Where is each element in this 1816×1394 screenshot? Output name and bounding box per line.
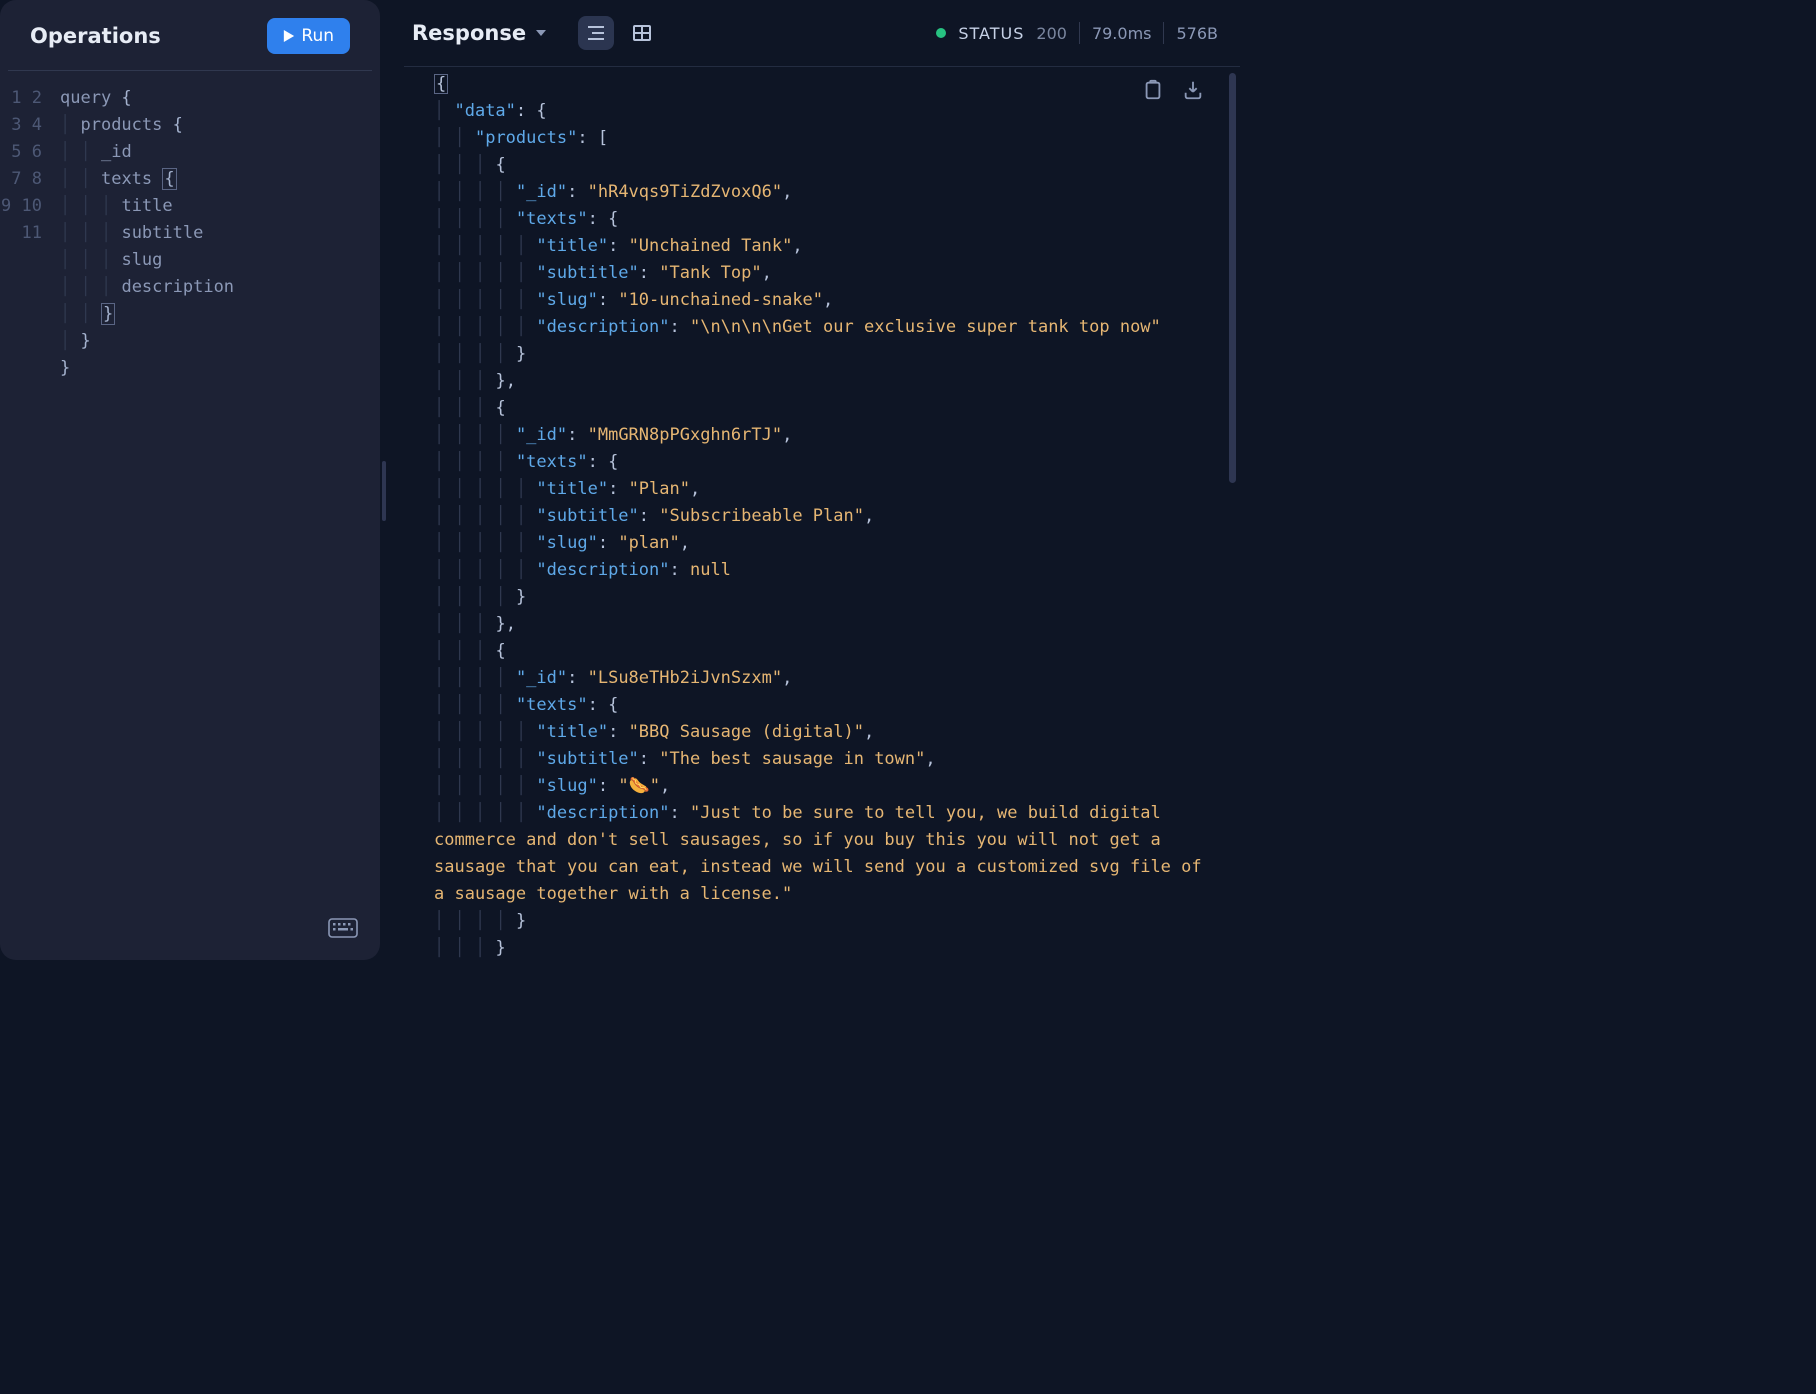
operations-header: Operations Run bbox=[8, 0, 372, 71]
chevron-down-icon bbox=[534, 26, 548, 40]
tree-view-button[interactable] bbox=[578, 16, 614, 50]
line-gutter: 1 2 3 4 5 6 7 8 9 10 11 bbox=[0, 85, 60, 382]
response-json[interactable]: { │ "data": { │ │ "products": [ │ │ │ { … bbox=[434, 71, 1210, 960]
play-icon bbox=[283, 30, 295, 42]
resize-handle[interactable] bbox=[380, 0, 386, 960]
keyboard-icon[interactable] bbox=[328, 918, 358, 942]
status-dot-icon bbox=[936, 28, 946, 38]
run-button-label: Run bbox=[301, 26, 334, 46]
run-button[interactable]: Run bbox=[267, 18, 350, 54]
status-block: STATUS 200 79.0ms 576B bbox=[936, 22, 1218, 44]
response-size: 576B bbox=[1176, 24, 1218, 43]
status-code: 200 bbox=[1036, 24, 1067, 43]
table-view-button[interactable] bbox=[624, 16, 660, 50]
divider bbox=[1163, 22, 1164, 44]
download-icon[interactable] bbox=[1182, 79, 1204, 101]
query-code[interactable]: query { │ products { │ │ _id │ │ texts {… bbox=[60, 85, 234, 382]
status-label: STATUS bbox=[958, 24, 1024, 43]
response-body[interactable]: { │ "data": { │ │ "products": [ │ │ │ { … bbox=[404, 67, 1240, 960]
scrollbar-thumb[interactable] bbox=[1229, 73, 1236, 483]
operations-panel: Operations Run 1 2 3 4 5 6 7 8 9 10 11 q… bbox=[0, 0, 380, 960]
response-time: 79.0ms bbox=[1092, 24, 1152, 43]
response-header: Response STATUS 200 79.0ms 576B bbox=[404, 0, 1240, 67]
copy-icon[interactable] bbox=[1142, 79, 1164, 101]
response-title[interactable]: Response bbox=[412, 21, 548, 45]
response-title-label: Response bbox=[412, 21, 526, 45]
response-panel: Response STATUS 200 79.0ms 576B { bbox=[386, 0, 1240, 960]
view-toggle bbox=[578, 16, 660, 50]
operations-title: Operations bbox=[30, 24, 161, 48]
divider bbox=[1079, 22, 1080, 44]
response-actions bbox=[1142, 79, 1204, 101]
query-editor[interactable]: 1 2 3 4 5 6 7 8 9 10 11 query { │ produc… bbox=[0, 71, 380, 382]
